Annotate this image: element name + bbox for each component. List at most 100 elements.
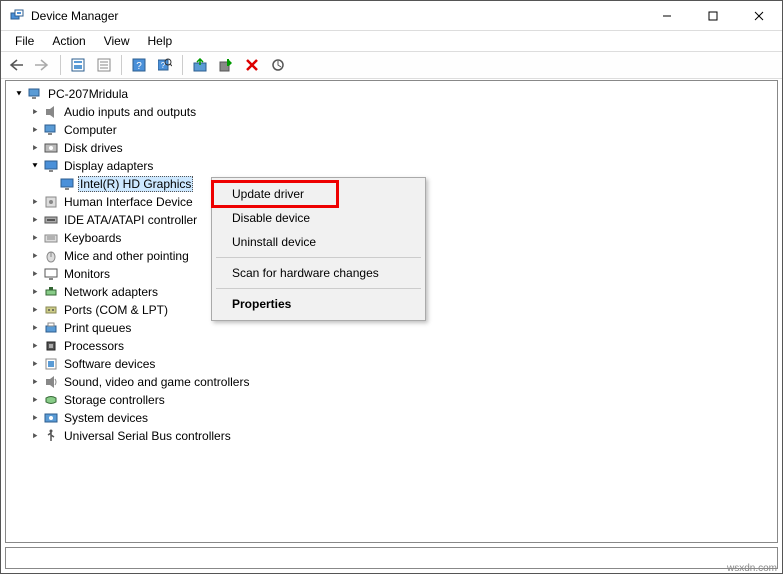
- tree-category[interactable]: ⯈Sound, video and game controllers: [8, 373, 777, 391]
- menu-help[interactable]: Help: [140, 33, 181, 49]
- watermark: wsxdn.com: [727, 563, 777, 574]
- tree-category[interactable]: ⯈ Processors: [8, 337, 777, 355]
- toolbar-separator: [182, 55, 183, 75]
- ctx-properties[interactable]: Properties: [214, 292, 423, 316]
- maximize-button[interactable]: [690, 1, 736, 30]
- window-controls: [644, 1, 782, 30]
- properties-button[interactable]: [92, 53, 116, 77]
- forward-button[interactable]: [31, 53, 55, 77]
- tree-category-label: Audio inputs and outputs: [62, 105, 198, 119]
- tree-category[interactable]: ⯈ Audio inputs and outputs: [8, 103, 777, 121]
- expand-arrow-icon[interactable]: ⯈: [28, 215, 42, 226]
- advanced-button[interactable]: [266, 53, 290, 77]
- expand-arrow-icon[interactable]: ⯈: [28, 395, 42, 406]
- network-icon: [42, 284, 60, 300]
- tree-category-label: Keyboards: [62, 231, 123, 245]
- expand-arrow-icon[interactable]: ⯈: [28, 107, 42, 118]
- tree-category-label: IDE ATA/ATAPI controller: [62, 213, 199, 227]
- expand-arrow-icon[interactable]: ⯈: [28, 359, 42, 370]
- show-hidden-button[interactable]: [66, 53, 90, 77]
- window-title: Device Manager: [31, 9, 644, 23]
- system-icon: [42, 410, 60, 426]
- disk-icon: [42, 140, 60, 156]
- tree-category[interactable]: ⯆ Display adapters: [8, 157, 777, 175]
- device-tree[interactable]: ⯆ PC-207Mridula ⯈ Audio inputs and output…: [6, 81, 777, 542]
- cpu-icon: [42, 338, 60, 354]
- ctx-uninstall-device[interactable]: Uninstall device: [214, 230, 423, 254]
- tree-category-label: System devices: [62, 411, 150, 425]
- device-manager-icon: [9, 8, 25, 24]
- expand-arrow-icon[interactable]: ⯈: [28, 287, 42, 298]
- expand-arrow-icon[interactable]: ⯈: [28, 323, 42, 334]
- device-manager-window: Device Manager File Action View Help ? ?: [0, 0, 783, 574]
- tree-category-label: Disk drives: [62, 141, 125, 155]
- tree-category-label: Display adapters: [62, 159, 155, 173]
- tree-category[interactable]: ⯈ Computer: [8, 121, 777, 139]
- expand-arrow-icon[interactable]: ⯈: [28, 431, 42, 442]
- expand-arrow-icon[interactable]: ⯆: [12, 89, 26, 100]
- menu-view[interactable]: View: [96, 33, 138, 49]
- toolbar-separator: [121, 55, 122, 75]
- expand-arrow-icon[interactable]: ⯈: [28, 269, 42, 280]
- menu-file[interactable]: File: [7, 33, 42, 49]
- menubar: File Action View Help: [1, 31, 782, 51]
- tree-category[interactable]: ⯈ Universal Serial Bus controllers: [8, 427, 777, 445]
- tree-category[interactable]: ⯈Print queues: [8, 319, 777, 337]
- ctx-scan-hardware[interactable]: Scan for hardware changes: [214, 261, 423, 285]
- expand-arrow-icon[interactable]: ⯈: [28, 197, 42, 208]
- ctx-disable-device[interactable]: Disable device: [214, 206, 423, 230]
- close-button[interactable]: [736, 1, 782, 30]
- tree-category[interactable]: ⯈ Disk drives: [8, 139, 777, 157]
- expand-arrow-icon[interactable]: ⯈: [28, 143, 42, 154]
- tree-category-label: Monitors: [62, 267, 112, 281]
- tree-category-label: Processors: [62, 339, 126, 353]
- tree-category[interactable]: ⯈ Software devices: [8, 355, 777, 373]
- update-driver-button[interactable]: [188, 53, 212, 77]
- expand-arrow-icon[interactable]: ⯈: [28, 233, 42, 244]
- ctx-update-driver[interactable]: Update driver: [214, 182, 423, 206]
- monitor-icon: [42, 266, 60, 282]
- tree-device-label: Intel(R) HD Graphics: [78, 176, 193, 192]
- tree-category-label: Ports (COM & LPT): [62, 303, 170, 317]
- audio-icon: [42, 104, 60, 120]
- sound-icon: [42, 374, 60, 390]
- computer-icon: [42, 122, 60, 138]
- expand-arrow-icon[interactable]: ⯈: [28, 251, 42, 262]
- context-menu: Update driver Disable device Uninstall d…: [211, 177, 426, 321]
- tree-root[interactable]: ⯆ PC-207Mridula: [8, 85, 777, 103]
- computer-icon: [26, 86, 44, 102]
- statusbar: [5, 547, 778, 569]
- storage-icon: [42, 392, 60, 408]
- help-button[interactable]: ?: [127, 53, 151, 77]
- tree-category-label: Storage controllers: [62, 393, 167, 407]
- tree-category-label: Human Interface Device: [62, 195, 195, 209]
- software-icon: [42, 356, 60, 372]
- printer-icon: [42, 320, 60, 336]
- tree-category[interactable]: ⯈ Storage controllers: [8, 391, 777, 409]
- hid-icon: [42, 194, 60, 210]
- display-icon: [58, 176, 76, 192]
- expand-arrow-icon[interactable]: ⯈: [28, 413, 42, 424]
- scan-hardware-button[interactable]: [214, 53, 238, 77]
- tree-category-label: Universal Serial Bus controllers: [62, 429, 233, 443]
- expand-arrow-icon[interactable]: ⯈: [28, 305, 42, 316]
- menu-action[interactable]: Action: [44, 33, 93, 49]
- ide-icon: [42, 212, 60, 228]
- tree-category[interactable]: ⯈ System devices: [8, 409, 777, 427]
- keyboard-icon: [42, 230, 60, 246]
- tree-category-label: Computer: [62, 123, 119, 137]
- tree-category-label: Software devices: [62, 357, 157, 371]
- help-search-button[interactable]: ?: [153, 53, 177, 77]
- expand-arrow-icon[interactable]: ⯈: [28, 125, 42, 136]
- display-icon: [42, 158, 60, 174]
- uninstall-button[interactable]: [240, 53, 264, 77]
- minimize-button[interactable]: [644, 1, 690, 30]
- back-button[interactable]: [5, 53, 29, 77]
- tree-category-label: Network adapters: [62, 285, 160, 299]
- titlebar: Device Manager: [1, 1, 782, 31]
- expand-arrow-icon[interactable]: ⯈: [28, 377, 42, 388]
- expand-arrow-icon[interactable]: ⯆: [28, 161, 42, 172]
- svg-text:?: ?: [136, 61, 142, 72]
- expand-arrow-icon[interactable]: ⯈: [28, 341, 42, 352]
- tree-root-label: PC-207Mridula: [46, 87, 130, 101]
